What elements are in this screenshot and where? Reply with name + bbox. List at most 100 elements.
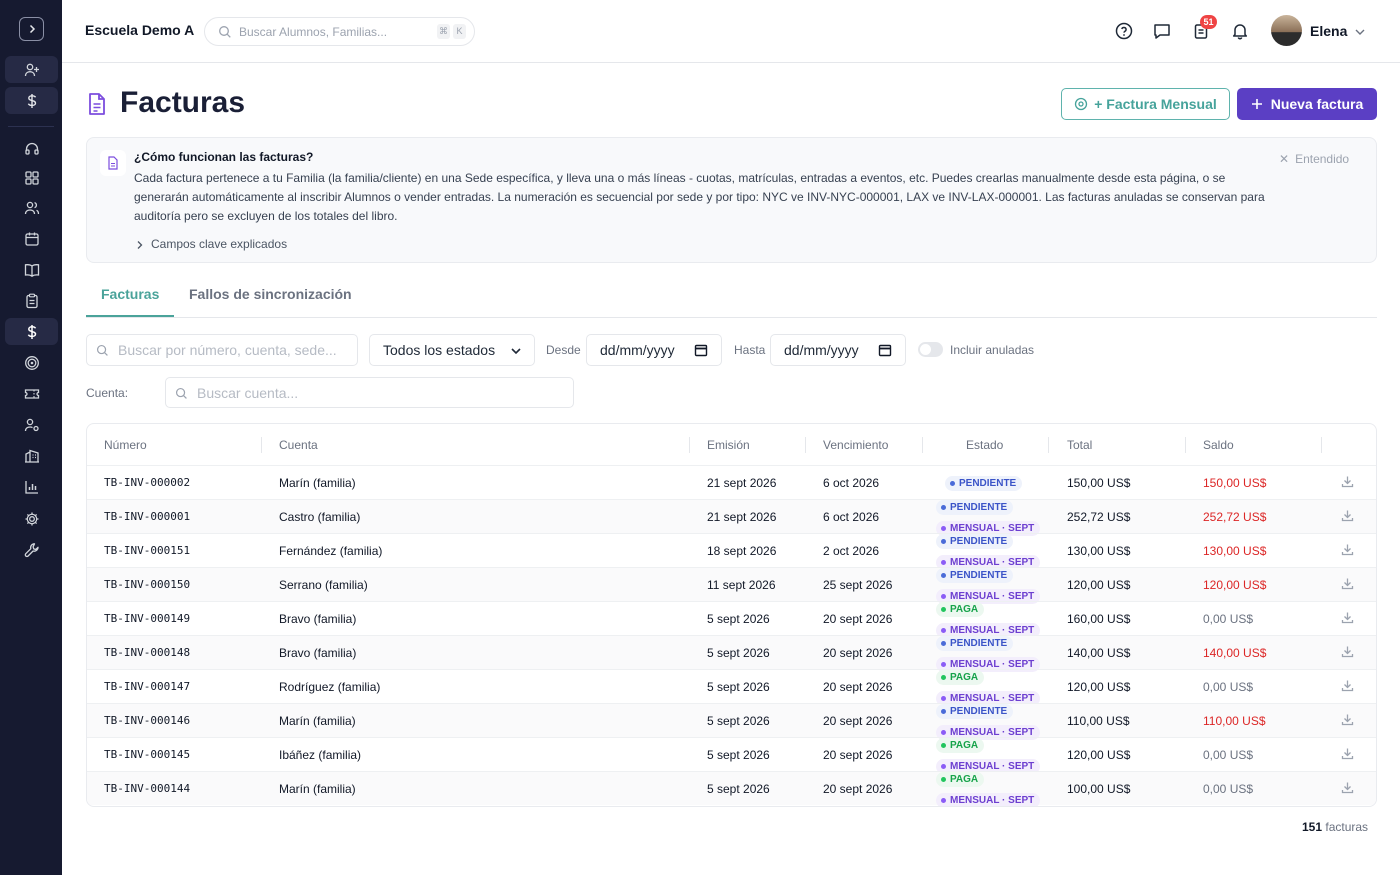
account-name[interactable]: Bravo (familia) [279,612,356,626]
sidebar-item-locations[interactable] [5,442,58,469]
download-icon[interactable] [1341,679,1354,697]
account-name[interactable]: Serrano (familia) [279,578,368,592]
sidebar-item-add-user[interactable] [5,56,58,83]
invoice-number[interactable]: TB-INV-000146 [104,714,190,727]
sidebar-item-billing[interactable] [5,87,58,114]
sidebar-item-invoices[interactable] [5,318,58,345]
sidebar-item-settings[interactable] [5,505,58,532]
download-icon[interactable] [1341,611,1354,629]
invoice-number[interactable]: TB-INV-000145 [104,748,190,761]
table-row[interactable]: TB-INV-000148 Bravo (familia) 5 sept 2026 2… [87,635,1376,672]
table-row[interactable]: TB-INV-000145 Ibáñez (familia) 5 sept 2026… [87,737,1376,774]
table-row[interactable]: TB-INV-000149 Bravo (familia) 5 sept 2026 2… [87,601,1376,638]
table-row[interactable]: TB-INV-000002 Marín (familia) 21 sept 2026… [87,465,1376,499]
sidebar-item-dashboard[interactable] [5,164,58,191]
column-header-status[interactable]: Estado [966,438,1003,452]
invoice-number[interactable]: TB-INV-000002 [104,476,190,489]
issued-date: 18 sept 2026 [707,544,777,558]
avatar[interactable] [1271,15,1302,46]
invoice-search-input[interactable]: Buscar por número, cuenta, sede... [86,334,358,366]
include-voided-toggle[interactable] [918,342,943,357]
from-date-input[interactable]: dd/mm/yyyy [586,334,722,366]
download-icon[interactable] [1341,713,1354,731]
table-row[interactable]: TB-INV-000144 Marín (familia) 5 sept 2026 2… [87,771,1376,806]
column-header-number[interactable]: Número [104,438,147,452]
column-header-due[interactable]: Vencimiento [823,438,888,452]
invoice-number[interactable]: TB-INV-000148 [104,646,190,659]
sidebar-expand-button[interactable] [19,17,44,41]
sidebar-item-courses[interactable] [5,256,58,283]
new-invoice-button[interactable]: Nueva factura [1237,88,1377,120]
account-name[interactable]: Bravo (familia) [279,646,356,660]
include-voided-label: Incluir anuladas [950,343,1035,357]
invoice-number[interactable]: TB-INV-000151 [104,544,190,557]
download-icon[interactable] [1341,781,1354,799]
sidebar-item-support[interactable] [5,135,58,162]
sidebar-item-reports[interactable] [5,473,58,500]
due-date: 20 sept 2026 [823,680,893,694]
column-header-issued[interactable]: Emisión [707,438,750,452]
sidebar-item-staff[interactable] [5,411,58,438]
table-row[interactable]: TB-INV-000150 Serrano (familia) 11 sept 20… [87,567,1376,604]
column-header-balance[interactable]: Saldo [1203,438,1234,452]
tab-invoices[interactable]: Facturas [101,286,159,302]
user-name[interactable]: Elena [1310,23,1347,39]
notifications-button[interactable] [1230,21,1250,41]
chevron-right-icon[interactable] [136,240,144,250]
invoice-number[interactable]: TB-INV-000001 [104,510,190,523]
building-icon [24,449,39,463]
table-row[interactable]: TB-INV-000146 Marín (familia) 5 sept 2026 2… [87,703,1376,740]
account-name[interactable]: Castro (familia) [279,510,360,524]
status-badge: PENDIENTE [936,534,1014,549]
dismiss-button[interactable]: ✕ Entendido [1279,152,1349,166]
help-button[interactable] [1114,21,1134,41]
account-name[interactable]: Marín (familia) [279,476,356,490]
status-badge: PAGA [936,738,985,753]
account-name[interactable]: Ibáñez (familia) [279,748,361,762]
status-select[interactable]: Todos los estados [369,334,535,366]
balance-amount: 140,00 US$ [1203,646,1267,660]
column-header-total[interactable]: Total [1067,438,1092,452]
download-icon[interactable] [1341,543,1354,561]
column-header-account[interactable]: Cuenta [279,438,318,452]
sidebar-item-tasks[interactable] [5,287,58,314]
column-separator [261,437,262,453]
account-name[interactable]: Fernández (familia) [279,544,382,558]
to-date-input[interactable]: dd/mm/yyyy [770,334,906,366]
info-title: ¿Cómo funcionan las facturas? [134,150,314,164]
dismiss-label: Entendido [1295,152,1350,166]
download-icon[interactable] [1341,747,1354,765]
monthly-invoice-button[interactable]: + Factura Mensual [1061,88,1230,120]
balance-amount: 120,00 US$ [1203,578,1267,592]
table-row[interactable]: TB-INV-000147 Rodríguez (familia) 5 sept 2… [87,669,1376,706]
download-icon[interactable] [1341,645,1354,663]
global-search-input[interactable]: Buscar Alumnos, Familias... ⌘ K [204,17,475,46]
sidebar-item-goals[interactable] [5,349,58,376]
sidebar-item-tools[interactable] [5,536,58,563]
calendar-icon [878,344,892,357]
invoice-number[interactable]: TB-INV-000149 [104,612,190,625]
download-icon[interactable] [1341,509,1354,527]
invoice-number[interactable]: TB-INV-000147 [104,680,190,693]
invoice-number[interactable]: TB-INV-000150 [104,578,190,591]
due-date: 20 sept 2026 [823,612,893,626]
shortcut-key-k: K [453,24,466,39]
account-search-input[interactable]: Buscar cuenta... [165,377,574,408]
tab-sync-failures[interactable]: Fallos de sincronización [189,286,352,302]
download-icon[interactable] [1341,475,1354,493]
account-name[interactable]: Marín (familia) [279,714,356,728]
sidebar-item-calendar[interactable] [5,225,58,252]
sidebar-item-tickets[interactable] [5,380,58,407]
chevron-down-icon[interactable] [1354,27,1366,37]
account-name[interactable]: Rodríguez (familia) [279,680,380,694]
school-name[interactable]: Escuela Demo A [85,22,194,38]
invoice-number[interactable]: TB-INV-000144 [104,782,190,795]
messages-button[interactable] [1152,21,1172,41]
account-name[interactable]: Marín (familia) [279,782,356,796]
sidebar-item-families[interactable] [5,194,58,221]
table-row[interactable]: TB-INV-000151 Fernández (familia) 18 sept … [87,533,1376,570]
download-icon[interactable] [1341,577,1354,595]
key-fields-link[interactable]: Campos clave explicados [151,237,287,251]
table-row[interactable]: TB-INV-000001 Castro (familia) 21 sept 202… [87,499,1376,536]
status-badge: PENDIENTE [936,500,1014,515]
